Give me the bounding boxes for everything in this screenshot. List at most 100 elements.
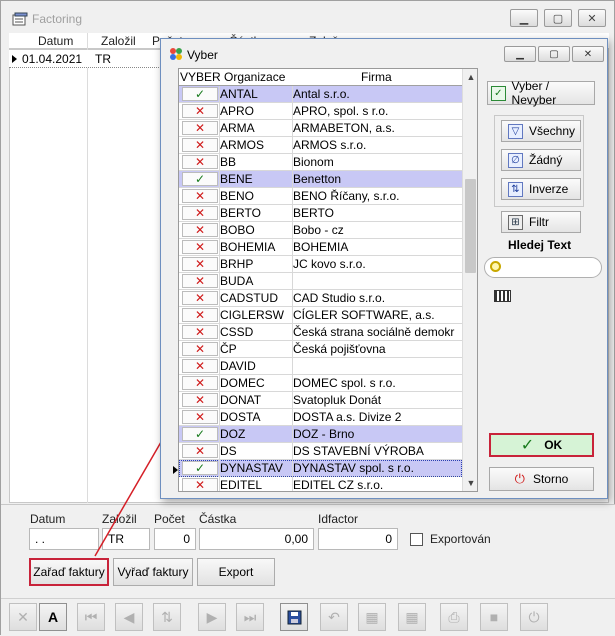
col-firma[interactable]: Firma <box>361 70 392 84</box>
checkmark-icon[interactable]: ✓ <box>182 172 218 186</box>
col-datum[interactable]: Datum <box>38 34 73 48</box>
list-item[interactable]: ✕ BRHP JC kovo s.r.o. <box>179 256 462 273</box>
dialog-app-icon <box>170 48 182 60</box>
vyber-nevyber-button[interactable]: ✓ Vyber / Nevyber <box>487 79 595 107</box>
tools-icon[interactable]: ✕ <box>9 603 37 631</box>
list-item[interactable]: ✕ BERTO BERTO <box>179 205 462 222</box>
x-mark-icon[interactable]: ✕ <box>182 393 218 407</box>
maximize-button[interactable]: ▢ <box>544 9 572 27</box>
vyrad-faktury-button[interactable]: Vyřaď faktury <box>113 558 193 586</box>
dialog-close-button[interactable]: ✕ <box>572 46 604 62</box>
list-item[interactable]: ✕ APRO APRO, spol. s r.o. <box>179 103 462 120</box>
stop-icon[interactable]: ■ <box>480 603 508 631</box>
storno-button[interactable]: ⏻ Storno <box>489 467 594 491</box>
x-mark-icon[interactable]: ✕ <box>182 291 218 305</box>
list-item[interactable]: ✕ ARMA ARMABETON, a.s. <box>179 120 462 137</box>
list-item[interactable]: ✓ BENE Benetton <box>179 171 462 188</box>
list-item[interactable]: ✕ BOHEMIA BOHEMIA <box>179 239 462 256</box>
font-icon[interactable]: A <box>39 603 67 631</box>
search-input[interactable] <box>484 257 602 278</box>
list-item[interactable]: ✕ BENO BENO Říčany, s.r.o. <box>179 188 462 205</box>
list-item[interactable]: ✕ DOSTA DOSTA a.s. Divize 2 <box>179 409 462 426</box>
list-item[interactable]: ✕ BB Bionom <box>179 154 462 171</box>
filtr-button[interactable]: ⊞ Filtr <box>501 211 581 233</box>
exportovan-checkbox[interactable] <box>410 533 423 546</box>
list-item[interactable]: ✕ BUDA <box>179 273 462 290</box>
scroll-up-icon[interactable]: ▲ <box>466 72 476 82</box>
pocet-field[interactable]: 0 <box>154 528 196 550</box>
copy-record-icon[interactable]: ▦ <box>398 603 426 631</box>
list-item[interactable]: ✕ DONAT Svatopluk Donát <box>179 392 462 409</box>
x-mark-icon[interactable]: ✕ <box>182 240 218 254</box>
list-item[interactable]: ✕ CSSD Česká strana sociálně demokr <box>179 324 462 341</box>
organizace-cell: DOMEC <box>220 376 265 390</box>
x-mark-icon[interactable]: ✕ <box>182 376 218 390</box>
list-item[interactable]: ✕ ARMOS ARMOS s.r.o. <box>179 137 462 154</box>
col-zalozil[interactable]: Založil <box>101 34 136 48</box>
inverze-button[interactable]: ⇅ Inverze <box>501 178 581 200</box>
list-item[interactable]: ✕ CIGLERSW CÍGLER SOFTWARE, a.s. <box>179 307 462 324</box>
keyboard-icon[interactable] <box>494 290 511 302</box>
empty-set-icon: ∅ <box>508 152 523 168</box>
checkmark-icon[interactable]: ✓ <box>182 87 218 101</box>
x-mark-icon[interactable]: ✕ <box>182 257 218 271</box>
x-mark-icon[interactable]: ✕ <box>182 104 218 118</box>
power-icon[interactable]: ⏻ <box>520 603 548 631</box>
x-mark-icon[interactable]: ✕ <box>182 308 218 322</box>
print-icon[interactable]: ⎙ <box>440 603 468 631</box>
scroll-down-icon[interactable]: ▼ <box>466 478 476 488</box>
list-item[interactable]: ✕ DS DS STAVEBNÍ VÝROBA <box>179 443 462 460</box>
sort-icon[interactable]: ⇅ <box>153 603 181 631</box>
list-item[interactable]: ✓ DYNASTAV DYNASTAV spol. s r.o. <box>179 460 462 477</box>
x-mark-icon[interactable]: ✕ <box>182 342 218 356</box>
x-mark-icon[interactable]: ✕ <box>182 444 218 458</box>
zadny-button[interactable]: ∅ Žádný <box>501 149 581 171</box>
prev-record-icon[interactable]: ◀ <box>115 603 143 631</box>
save-icon[interactable] <box>280 603 308 631</box>
col-vyber[interactable]: VYBER <box>180 70 221 84</box>
dialog-minimize-button[interactable]: ▁ <box>504 46 536 62</box>
checkmark-icon[interactable]: ✓ <box>182 461 218 475</box>
scroll-thumb[interactable] <box>465 179 476 273</box>
table-row[interactable]: 01.04.2021 TR <box>9 50 159 68</box>
checkmark-icon[interactable]: ✓ <box>182 427 218 441</box>
col-organizace[interactable]: Organizace <box>224 70 285 84</box>
close-button[interactable]: ✕ <box>578 9 606 27</box>
last-record-icon[interactable]: ⏭ <box>236 603 264 631</box>
x-mark-icon[interactable]: ✕ <box>182 325 218 339</box>
idfactor-field[interactable]: 0 <box>318 528 398 550</box>
first-record-icon[interactable]: ⏮ <box>77 603 105 631</box>
vsechny-button[interactable]: ▽ Všechny <box>501 120 581 142</box>
undo-icon[interactable]: ↶ <box>320 603 348 631</box>
list-item[interactable]: ✕ EDITEL EDITEL CZ s.r.o. <box>179 477 462 491</box>
organization-list[interactable]: VYBER Organizace Firma ✓ ANTAL Antal s.r.o… <box>178 68 478 492</box>
castka-field[interactable]: 0,00 <box>199 528 314 550</box>
list-item[interactable]: ✕ DAVID <box>179 358 462 375</box>
zarad-faktury-button[interactable]: Zařaď faktury <box>29 558 109 586</box>
zalozil-field[interactable]: TR <box>102 528 150 550</box>
list-item[interactable]: ✕ DOMEC DOMEC spol. s r.o. <box>179 375 462 392</box>
export-button[interactable]: Export <box>197 558 275 586</box>
list-item[interactable]: ✕ BOBO Bobo - cz <box>179 222 462 239</box>
next-record-icon[interactable]: ▶ <box>198 603 226 631</box>
x-mark-icon[interactable]: ✕ <box>182 155 218 169</box>
datum-field[interactable]: . . <box>29 528 99 550</box>
minimize-button[interactable]: ▁ <box>510 9 538 27</box>
list-item[interactable]: ✕ CADSTUD CAD Studio s.r.o. <box>179 290 462 307</box>
x-mark-icon[interactable]: ✕ <box>182 121 218 135</box>
x-mark-icon[interactable]: ✕ <box>182 274 218 288</box>
x-mark-icon[interactable]: ✕ <box>182 206 218 220</box>
list-item[interactable]: ✕ ČP Česká pojišťovna <box>179 341 462 358</box>
delete-record-icon[interactable]: ▦ <box>358 603 386 631</box>
x-mark-icon[interactable]: ✕ <box>182 189 218 203</box>
ok-button[interactable]: ✓ OK <box>489 433 594 457</box>
list-scrollbar[interactable]: ▲ ▼ <box>462 69 477 491</box>
list-item[interactable]: ✓ ANTAL Antal s.r.o. <box>179 86 462 103</box>
x-mark-icon[interactable]: ✕ <box>182 359 218 373</box>
dialog-maximize-button[interactable]: ▢ <box>538 46 570 62</box>
x-mark-icon[interactable]: ✕ <box>182 138 218 152</box>
x-mark-icon[interactable]: ✕ <box>182 478 218 491</box>
list-item[interactable]: ✓ DOZ DOZ - Brno <box>179 426 462 443</box>
x-mark-icon[interactable]: ✕ <box>182 223 218 237</box>
x-mark-icon[interactable]: ✕ <box>182 410 218 424</box>
